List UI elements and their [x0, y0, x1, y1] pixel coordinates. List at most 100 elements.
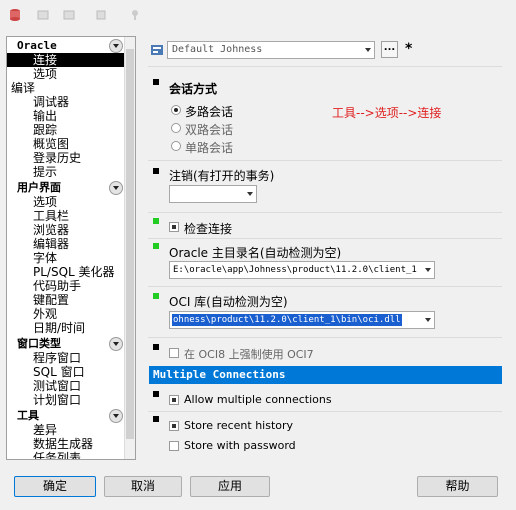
tree-category[interactable]: 用户界面 [7, 181, 125, 195]
options-tree[interactable]: Oracle 连接 选项 编译 调试器 输出 跟踪 概览图 登录历史 提示 用户界面 选项 工具栏 浏览器… [6, 36, 136, 460]
tool-icon-3[interactable] [94, 8, 108, 22]
tree-category-label: 用户界面 [17, 181, 61, 194]
top-toolbar [0, 0, 516, 30]
tree-category-label: 工具 [17, 409, 39, 422]
separator [148, 337, 502, 338]
multiple-connections-header: Multiple Connections [149, 366, 502, 384]
tree-category[interactable]: 窗口类型 [7, 337, 125, 351]
tool-icon-1[interactable] [36, 8, 50, 22]
pin-icon[interactable] [128, 8, 142, 22]
section-bullet-green [153, 218, 159, 224]
separator [148, 160, 502, 161]
modified-star: * [405, 41, 413, 57]
oracle-home-field[interactable]: E:\oracle\app\Johness\product\11.2.0\cli… [169, 261, 435, 279]
tree-item[interactable]: 差异 [7, 423, 125, 437]
tree-item[interactable]: 跟踪 [7, 123, 125, 137]
tree-item[interactable]: 编译 [7, 81, 125, 95]
ok-button[interactable]: 确定 [14, 476, 96, 497]
tool-icon-2[interactable] [62, 8, 76, 22]
check-connection-checkbox[interactable] [169, 222, 179, 232]
tree-item[interactable]: 外观 [7, 307, 125, 321]
separator [148, 238, 502, 239]
session-mode-label-2[interactable]: 单路会话 [185, 139, 233, 156]
logoff-title: 注销(有打开的事务) [169, 169, 275, 183]
db-icon[interactable] [8, 8, 22, 22]
section-bullet [153, 168, 159, 174]
session-mode-title: 会话方式 [169, 82, 218, 96]
tree-item[interactable]: 登录历史 [7, 151, 125, 165]
chevron-down-icon [365, 48, 371, 52]
apply-button[interactable]: 应用 [190, 476, 270, 497]
tree-item[interactable]: 选项 [7, 195, 125, 209]
chevron-down-icon[interactable] [109, 337, 123, 351]
oci-library-value: ohness\product\11.2.0\client_1\bin\oci.d… [172, 314, 402, 326]
section-bullet [153, 344, 159, 350]
tree-item[interactable]: 选项 [7, 67, 125, 81]
tree-item[interactable]: 测试窗口 [7, 379, 125, 393]
profile-icon [151, 45, 163, 55]
chevron-down-icon[interactable] [109, 181, 123, 195]
tree-item[interactable]: 输出 [7, 109, 125, 123]
tree-item[interactable]: 工具栏 [7, 209, 125, 223]
tree-category-label: 窗口类型 [17, 337, 61, 350]
tree-scrollbar[interactable] [124, 37, 135, 459]
chevron-down-icon [247, 192, 253, 196]
tree-item[interactable]: 提示 [7, 165, 125, 179]
tree-category-label: Oracle [17, 39, 57, 52]
logoff-combo[interactable] [169, 185, 257, 203]
session-mode-label-1[interactable]: 双路会话 [185, 121, 233, 138]
chevron-down-icon [425, 318, 431, 322]
tree-item[interactable]: 数据生成器 [7, 437, 125, 451]
tree-item[interactable]: 编辑器 [7, 237, 125, 251]
store-recent-checkbox[interactable] [169, 421, 179, 431]
tree-item[interactable]: 调试器 [7, 95, 125, 109]
tree-category[interactable]: 工具 [7, 409, 125, 423]
oracle-home-title: Oracle 主目录名(自动检测为空) [169, 246, 342, 260]
tree-item[interactable]: 键配置 [7, 293, 125, 307]
tree-item[interactable]: 任务列表 [7, 451, 125, 459]
oci-library-field[interactable]: ohness\product\11.2.0\client_1\bin\oci.d… [169, 311, 435, 329]
section-bullet-green [153, 243, 159, 249]
session-mode-radio-1[interactable] [171, 123, 181, 133]
tree-item[interactable]: 程序窗口 [7, 351, 125, 365]
force-oci7-label[interactable]: 在 OCI8 上强制使用 OCI7 [184, 346, 314, 362]
annotation-text: 工具-->选项-->连接 [332, 106, 442, 120]
tree-item[interactable]: 概览图 [7, 137, 125, 151]
separator [148, 286, 502, 287]
separator [148, 212, 502, 213]
cancel-button[interactable]: 取消 [104, 476, 182, 497]
tree-item[interactable]: 代码助手 [7, 279, 125, 293]
session-mode-radio-2[interactable] [171, 141, 181, 151]
profile-combo[interactable]: Default Johness [167, 41, 375, 59]
tree-item[interactable]: 字体 [7, 251, 125, 265]
section-bullet-green [153, 293, 159, 299]
allow-multiple-label[interactable]: Allow multiple connections [184, 393, 332, 406]
tree-item-selected[interactable]: 连接 [7, 53, 125, 67]
session-mode-radio-0[interactable] [171, 105, 181, 115]
session-mode-label-0[interactable]: 多路会话 [185, 103, 233, 120]
chevron-down-icon[interactable] [109, 409, 123, 423]
separator [148, 411, 502, 412]
check-connection-label[interactable]: 检查连接 [184, 220, 232, 237]
oracle-home-value: E:\oracle\app\Johness\product\11.2.0\cli… [173, 265, 417, 275]
tree-item[interactable]: 计划窗口 [7, 393, 125, 407]
oci-library-title: OCI 库(自动检测为空) [169, 295, 288, 309]
help-button[interactable]: 帮助 [417, 476, 498, 497]
tree-item[interactable]: SQL 窗口 [7, 365, 125, 379]
tree-item[interactable]: 日期/时间 [7, 321, 125, 335]
profile-dots-button[interactable]: ... [381, 41, 398, 58]
tree-category[interactable]: Oracle [7, 39, 125, 53]
chevron-down-icon[interactable] [109, 39, 123, 53]
allow-multiple-checkbox[interactable] [169, 395, 179, 405]
store-recent-label[interactable]: Store recent history [184, 419, 293, 432]
tree-scrollbar-thumb[interactable] [126, 49, 134, 439]
profile-combo-value: Default Johness [172, 44, 263, 55]
store-password-label[interactable]: Store with password [184, 439, 296, 452]
store-password-checkbox[interactable] [169, 441, 179, 451]
tree-item[interactable]: PL/SQL 美化器 [7, 265, 125, 279]
force-oci7-checkbox[interactable] [169, 348, 179, 358]
section-bullet [153, 79, 159, 85]
tree-item[interactable]: 浏览器 [7, 223, 125, 237]
section-bullet [153, 391, 159, 397]
separator [148, 66, 502, 67]
